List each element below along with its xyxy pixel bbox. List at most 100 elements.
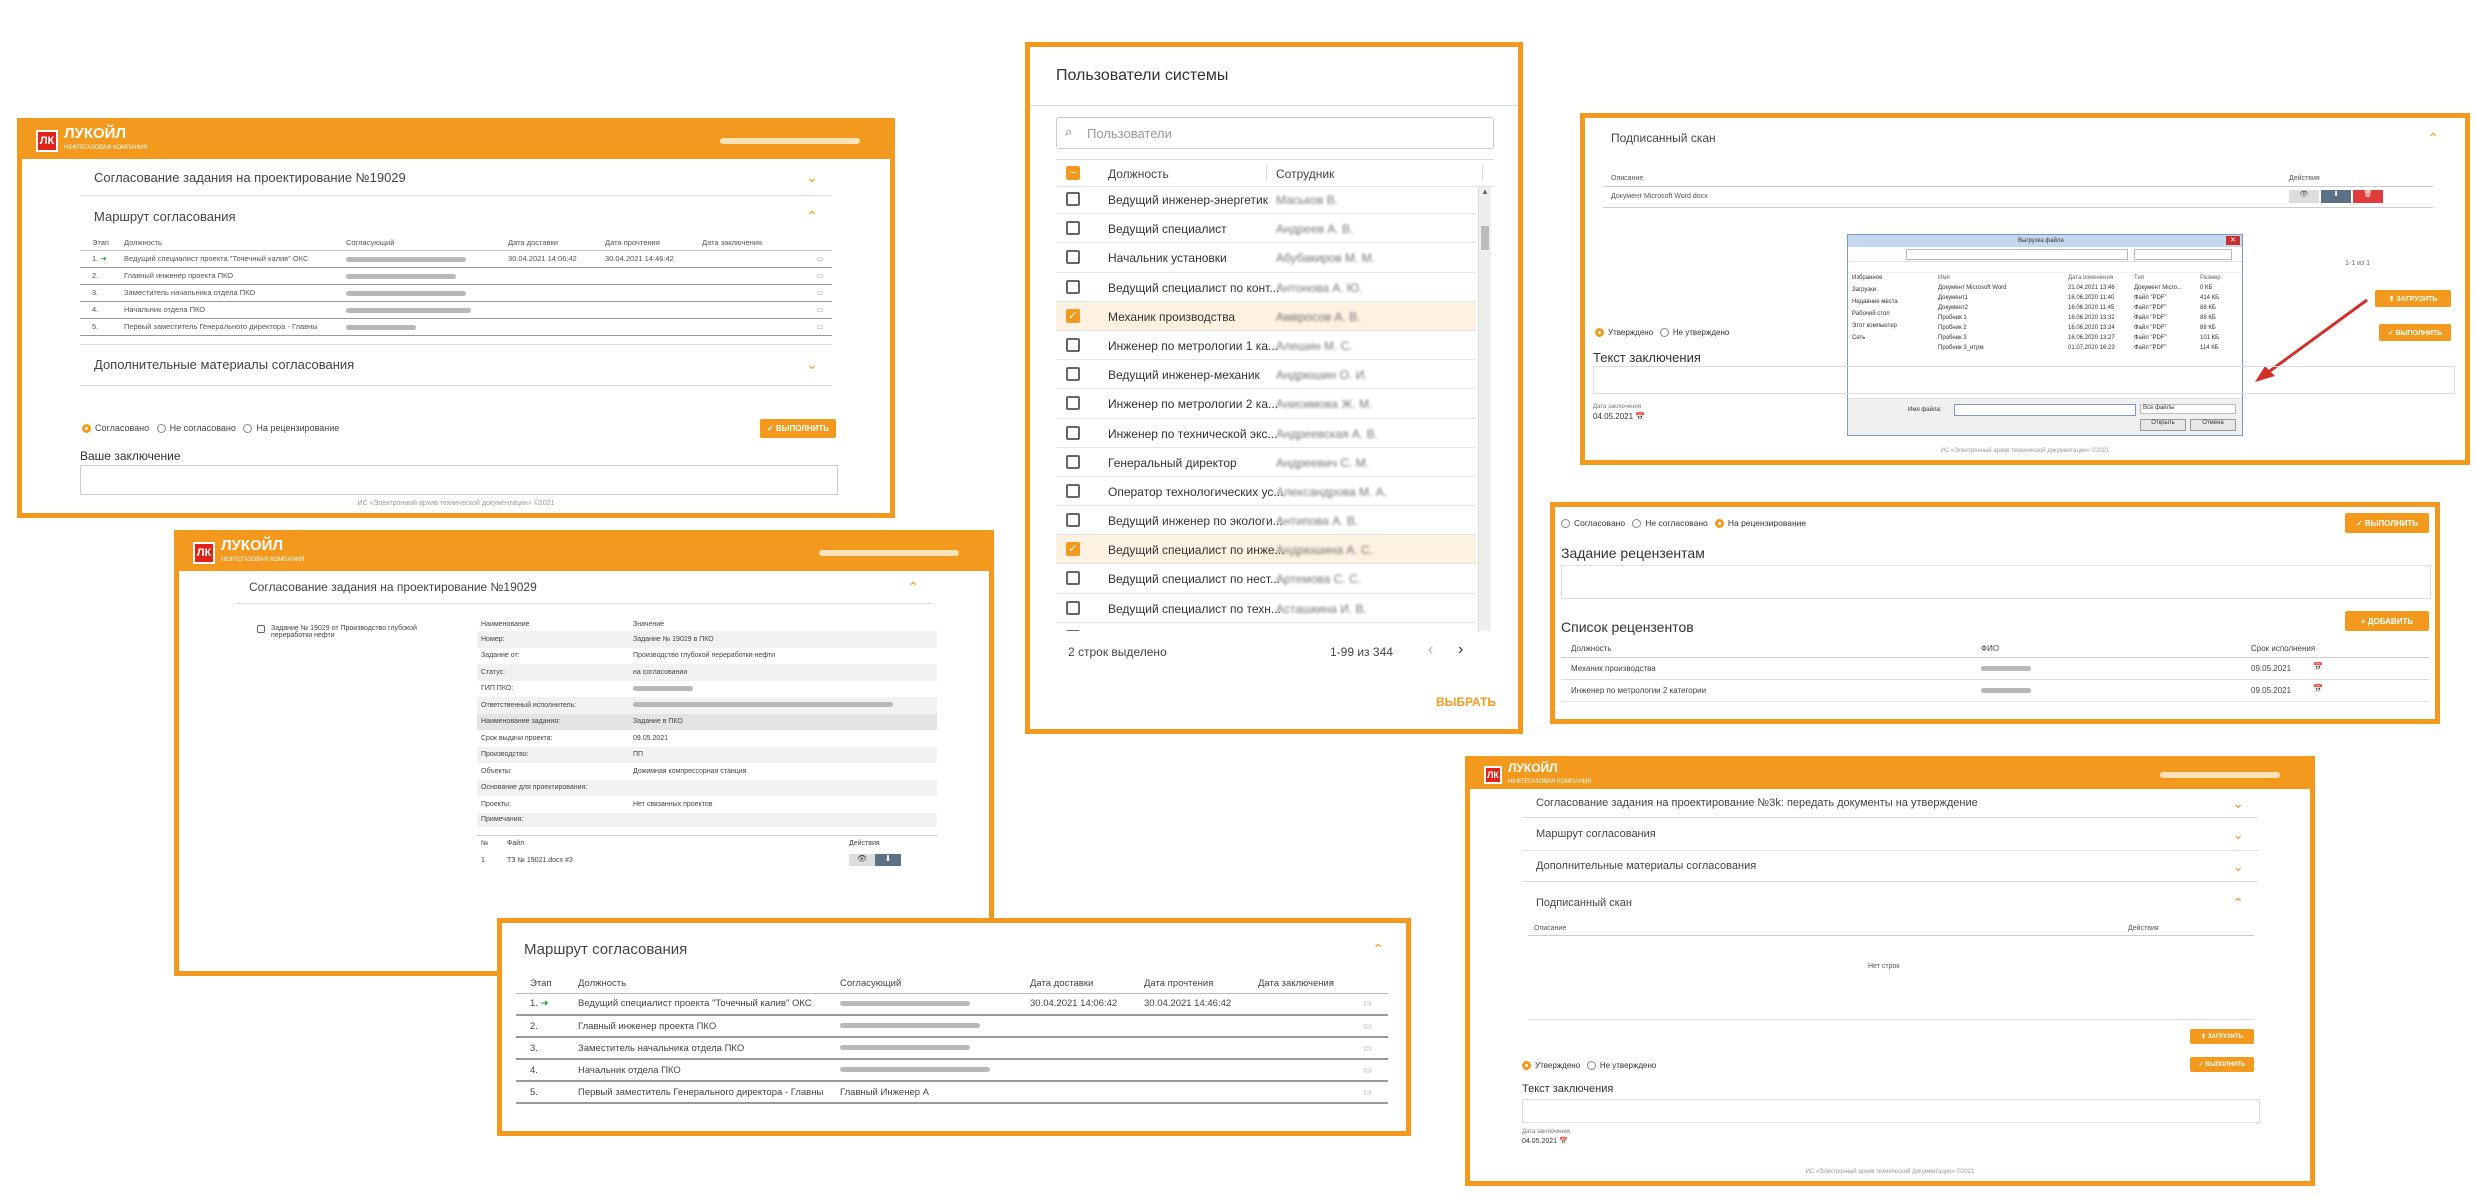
user-menu[interactable]	[2160, 772, 2280, 778]
dialog-file-row[interactable]: Документ Microsoft Word 21.04.2021 13:46 Д…	[1938, 285, 2238, 295]
user-row[interactable]: ✓ Ведущий специалист по инже... Андрюшина …	[1056, 535, 1476, 565]
row-checkbox[interactable]	[1066, 571, 1080, 586]
radio-not-approved[interactable]: Не утверждено	[1659, 328, 1729, 338]
date-field[interactable]: 04.05.2021 📅	[1522, 1137, 1568, 1145]
deadline[interactable]: 09.05.2021	[2251, 686, 2291, 695]
row-checkbox[interactable]	[1066, 425, 1080, 440]
user-row[interactable]: Инженер по метрологии 1 ка... Алешин М. С…	[1056, 331, 1476, 361]
choose-button[interactable]: ВЫБРАТЬ	[1436, 695, 1496, 709]
row-checkbox[interactable]: ✓	[1066, 308, 1080, 323]
lukoil-logo[interactable]: ЛК ЛУКОЙЛ НЕФТЕГАЗОВАЯ КОМПАНИЯ	[36, 126, 147, 155]
prev-page-icon[interactable]: ‹	[1428, 641, 1433, 659]
table-row[interactable]: 1 ТЗ № 19021.docx #3 👁 ⬇	[477, 851, 937, 869]
table-row[interactable]: 3. Заместитель начальника отдела ПКО ▭	[80, 284, 832, 301]
user-row[interactable]: Ведущий инженер-механик Андрюшин О. И.	[1056, 360, 1476, 390]
dialog-sidebar-item[interactable]: Рабочий стол	[1852, 311, 1930, 323]
calendar-icon[interactable]: 📅	[1559, 1138, 1568, 1145]
task-section-header[interactable]: Согласование задания на проектирование №…	[1522, 789, 2258, 818]
dialog-sidebar-item[interactable]: Недавние места	[1852, 299, 1930, 311]
row-checkbox[interactable]: ✓	[1066, 542, 1080, 557]
file-name[interactable]: ТЗ № 19021.docx #3	[506, 851, 848, 869]
view-icon[interactable]: 👁	[849, 854, 875, 866]
row-checkbox[interactable]	[1066, 192, 1080, 206]
row-checkbox[interactable]	[1066, 367, 1080, 382]
execute-button[interactable]: ✓ ВЫПОЛНИТЬ	[2379, 324, 2451, 341]
conclusion-field[interactable]	[80, 465, 838, 495]
row-checkbox[interactable]	[1066, 250, 1080, 265]
comment-icon[interactable]: ▭	[1362, 1037, 1388, 1059]
cancel-button[interactable]: Отмена	[2190, 419, 2236, 431]
tree-checkbox[interactable]	[257, 625, 265, 633]
open-button[interactable]: Открыть	[2140, 419, 2186, 431]
user-row[interactable]: Ведущий инженер по экологи... Антипова А.…	[1056, 506, 1476, 536]
user-row[interactable]: Ведущий инженер-энергетик Маськов В.	[1056, 185, 1476, 215]
radio-approved[interactable]: Утверждено	[1595, 328, 1653, 338]
download-icon[interactable]: ⬇	[875, 854, 901, 866]
user-row[interactable]: Ведущий специалист Андреев А. В.	[1056, 214, 1476, 244]
calendar-icon[interactable]: 📅	[1635, 412, 1645, 421]
calendar-icon[interactable]: 📅	[2313, 684, 2323, 693]
user-row[interactable]: Ведущий специалист по техн... Асташкина И…	[1056, 594, 1476, 623]
row-checkbox[interactable]	[1066, 396, 1080, 411]
comment-icon[interactable]: ▭	[1362, 1081, 1388, 1103]
dialog-file-row[interactable]: Пробник 1 16.06.2020 13:32 Файл "PDF" 88 КБ	[1938, 315, 2238, 325]
row-checkbox[interactable]	[1066, 454, 1080, 469]
table-row[interactable]: 1. ➜ Ведущий специалист проекта "Точечны…	[80, 250, 832, 267]
execute-button[interactable]: ✓ ВЫПОЛНИТЬ	[760, 419, 836, 438]
scrollbar[interactable]: ▲	[1478, 187, 1491, 631]
add-reviewer-button[interactable]: + ДОБАВИТЬ	[2345, 611, 2429, 631]
upload-button[interactable]: ⬆ ЗАГРУЗИТЬ	[2375, 290, 2451, 307]
comment-icon[interactable]: ▭	[815, 250, 832, 267]
conclusion-field[interactable]	[1593, 366, 2455, 394]
row-checkbox[interactable]	[1066, 513, 1080, 528]
table-row[interactable]: 1. ➜ Ведущий специалист проекта "Точечны…	[516, 993, 1388, 1015]
table-row[interactable]: 4. Начальник отдела ПКО ▭	[80, 301, 832, 318]
user-row[interactable]: Начальник установки Абубакиров М. М.	[1056, 243, 1476, 273]
scan-section-header[interactable]: Подписанный скан ⌃	[1522, 882, 2258, 924]
row-checkbox[interactable]	[1066, 629, 1080, 631]
table-row[interactable]: 3. Заместитель начальника отдела ПКО ▭	[516, 1037, 1388, 1059]
filename-input[interactable]	[1954, 404, 2136, 416]
radio-not-approved[interactable]: Не согласовано	[156, 423, 236, 434]
comment-icon[interactable]: ▭	[815, 301, 832, 318]
next-page-icon[interactable]: ›	[1458, 641, 1463, 659]
select-all-checkbox[interactable]: −	[1066, 166, 1080, 180]
search-input[interactable]: Пользователи	[1087, 126, 1172, 141]
download-icon[interactable]: ⬇	[2321, 190, 2351, 203]
calendar-icon[interactable]: 📅	[2313, 662, 2323, 671]
date-field[interactable]: 04.05.2021 📅	[1593, 412, 1645, 421]
dialog-file-row[interactable]: Пробник 3_итрм 01.07.2020 16:23 Файл "PDF"…	[1938, 345, 2238, 355]
comment-icon[interactable]: ▭	[1362, 1015, 1388, 1037]
radio-approved[interactable]: Согласовано	[1561, 518, 1625, 529]
execute-button[interactable]: ✓ ВЫПОЛНИТЬ	[2345, 513, 2429, 533]
comment-icon[interactable]: ▭	[1362, 993, 1388, 1015]
dialog-file-row[interactable]: Документ1 16.06.2020 11:40 Файл "PDF" 414 К…	[1938, 295, 2238, 305]
user-row[interactable]: ✓ Механик производства Амвросов А. В.	[1056, 301, 1476, 331]
scan-section-header[interactable]: Подписанный скан ⌃	[1597, 118, 2453, 158]
route-section-header[interactable]: Маршрут согласования ⌃	[510, 923, 1398, 975]
search-field[interactable]	[2134, 249, 2232, 260]
table-row[interactable]: Механик производства 09.05.2021 📅	[1561, 658, 2429, 680]
comment-icon[interactable]: ▭	[815, 284, 832, 301]
user-row[interactable]: Инженер по метрологии 2 ка... Анисимова Ж…	[1056, 389, 1476, 419]
row-checkbox[interactable]	[1066, 221, 1080, 236]
user-row[interactable]: Ведущий специалист по конт... Антонова А.…	[1056, 273, 1476, 302]
dialog-file-row[interactable]: Пробник 2 16.06.2020 13:24 Файл "PDF" 88 КБ	[1938, 325, 2238, 335]
lukoil-logo[interactable]: ЛК ЛУКОЙЛ НЕФТЕГАЗОВАЯ КОМПАНИЯ	[1484, 761, 1591, 789]
table-row[interactable]: Инженер по метрологии 2 категории 09.05.…	[1561, 680, 2429, 702]
row-checkbox[interactable]	[1066, 600, 1080, 615]
user-row[interactable]: Ведущий специалист по нест... Артемова С.…	[1056, 564, 1476, 594]
user-row[interactable]: Генеральный директор Андреевич С. М.	[1056, 448, 1476, 477]
dialog-sidebar-item[interactable]: Сеть	[1852, 335, 1930, 347]
search-box[interactable]: ⌕ Пользователи	[1056, 117, 1494, 149]
user-row[interactable]: Ведущий инженер по техниче...Андреева М.…	[1056, 623, 1476, 631]
execute-button[interactable]: ✓ ВЫПОЛНИТЬ	[2190, 1057, 2254, 1072]
comment-icon[interactable]: ▭	[815, 267, 832, 284]
dialog-sidebar-item[interactable]: Загрузки	[1852, 287, 1930, 299]
table-row[interactable]: 2. Главный инженер проекта ПКО ▭	[516, 1015, 1388, 1037]
radio-not-approved[interactable]: Не согласовано	[1632, 518, 1708, 529]
table-row[interactable]: 5. Первый заместитель Генерального дирек…	[516, 1081, 1388, 1103]
row-checkbox[interactable]	[1066, 483, 1080, 498]
delete-icon[interactable]: 🗑	[2353, 190, 2383, 203]
table-row[interactable]: 2. Главный инженер проекта ПКО ▭	[80, 267, 832, 284]
